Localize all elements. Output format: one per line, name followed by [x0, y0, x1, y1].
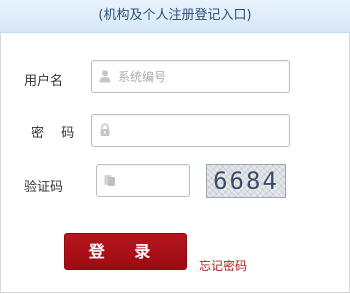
- captcha-text: 6684: [213, 167, 279, 195]
- lock-icon: [98, 122, 112, 136]
- header-title: (机构及个人注册登记入口): [98, 8, 252, 23]
- username-label: 用户名: [24, 74, 64, 89]
- user-icon: [98, 68, 112, 83]
- username-field[interactable]: [91, 60, 290, 93]
- captcha-field-icon: [103, 172, 117, 186]
- username-input[interactable]: [116, 63, 285, 90]
- captcha-label: 验证码: [24, 180, 64, 195]
- captcha-field[interactable]: [96, 164, 190, 197]
- captcha-image[interactable]: 6684: [206, 164, 286, 198]
- password-field[interactable]: [91, 114, 290, 147]
- captcha-input[interactable]: [121, 167, 185, 194]
- password-input[interactable]: [116, 117, 285, 144]
- password-label: 密 码: [31, 126, 78, 141]
- forgot-password-link[interactable]: 忘记密码: [199, 257, 247, 274]
- login-button[interactable]: 登 录: [64, 233, 187, 270]
- panel-header: (机构及个人注册登记入口): [0, 0, 350, 33]
